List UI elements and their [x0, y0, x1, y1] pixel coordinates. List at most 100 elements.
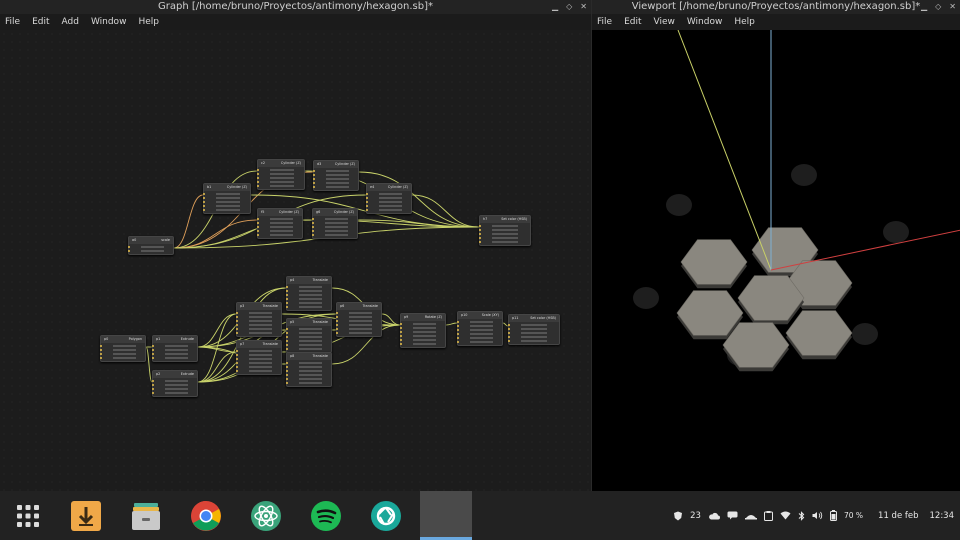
node-header[interactable]: p0 Polygon — [101, 336, 145, 343]
graph-node[interactable]: p0 Polygon — [100, 335, 146, 362]
node-header[interactable]: c2 Cylinder (Z) — [258, 160, 304, 167]
close-icon[interactable]: ✕ — [580, 0, 587, 14]
menu-help[interactable]: Help — [734, 14, 755, 30]
camera-icon[interactable] — [369, 499, 403, 533]
node-field[interactable] — [483, 240, 527, 244]
graph-titlebar[interactable]: Graph [/home/bruno/Proyectos/antimony/he… — [0, 0, 591, 14]
graph-node[interactable]: b1 Cylinder (Z) — [203, 183, 251, 214]
menu-view[interactable]: View — [654, 14, 675, 30]
node-header[interactable]: d3 Cylinder (Z) — [314, 161, 358, 168]
node-header[interactable]: b1 Cylinder (Z) — [204, 184, 250, 191]
node-field[interactable] — [261, 233, 299, 237]
node-header[interactable]: p3 Translate — [237, 303, 281, 310]
node-field[interactable] — [132, 249, 170, 253]
maximize-icon[interactable]: ◇ — [566, 0, 572, 14]
downloader-icon[interactable] — [69, 499, 103, 533]
graph-node[interactable]: p1 Extrude — [152, 335, 198, 362]
battery-icon[interactable] — [829, 510, 837, 521]
graph-node[interactable]: p5 Translate — [286, 318, 332, 353]
node-header[interactable]: e4 Cylinder (Z) — [367, 184, 411, 191]
node-header[interactable]: p1 Extrude — [153, 336, 197, 343]
atom-icon[interactable] — [249, 499, 283, 533]
graph-node[interactable]: p3 Translate — [236, 302, 282, 337]
hat-icon[interactable] — [744, 512, 757, 520]
node-field[interactable] — [340, 331, 378, 335]
node-field[interactable] — [240, 331, 278, 335]
node-header[interactable]: h7 Set color (HSB) — [480, 216, 530, 223]
notification-icon[interactable] — [673, 511, 683, 521]
node-graph-canvas[interactable]: a0 scale b1 Cylinder (Z) c2 Cylinder (Z) d3 Cyl… — [0, 30, 591, 491]
volume-icon[interactable] — [812, 511, 823, 520]
graph-node[interactable]: p4 Translate — [286, 276, 332, 311]
node-field[interactable] — [316, 233, 354, 237]
chat-icon[interactable] — [727, 511, 738, 520]
chrome-icon[interactable] — [189, 499, 223, 533]
node-header[interactable]: f5 Cylinder (Z) — [258, 209, 302, 216]
node-header[interactable]: p11 Set color (HSB) — [509, 315, 559, 322]
node-field[interactable] — [156, 391, 194, 395]
node-header[interactable]: a0 scale — [129, 237, 173, 244]
graph-node[interactable]: d3 Cylinder (Z) — [313, 160, 359, 191]
graph-node[interactable]: f5 Cylinder (Z) — [257, 208, 303, 239]
menu-file[interactable]: File — [597, 14, 612, 30]
app-grid-icon[interactable] — [11, 499, 45, 533]
minimize-icon[interactable]: ▁ — [552, 0, 558, 14]
node-header[interactable]: g6 Cylinder (Z) — [313, 209, 357, 216]
clipboard-icon[interactable] — [763, 510, 773, 521]
graph-node[interactable]: p6 Translate — [336, 302, 382, 337]
wifi-icon[interactable] — [780, 511, 791, 520]
graph-node[interactable]: e4 Cylinder (Z) — [366, 183, 412, 214]
graph-node[interactable]: p7 Translate — [236, 340, 282, 375]
3d-viewport[interactable] — [592, 29, 960, 491]
graph-node[interactable]: p11 Set color (HSB) — [508, 314, 560, 345]
node-field[interactable] — [290, 381, 328, 385]
node-field[interactable] — [290, 347, 328, 351]
spotify-icon[interactable] — [309, 499, 343, 533]
node-field[interactable] — [370, 208, 408, 212]
node-field[interactable] — [261, 184, 301, 188]
node-field[interactable] — [461, 340, 499, 344]
clock[interactable]: 12:34 — [930, 511, 955, 521]
viewport-titlebar[interactable]: Viewport [/home/bruno/Proyectos/antimony… — [592, 0, 960, 14]
menu-edit[interactable]: Edit — [32, 14, 49, 30]
date[interactable]: 11 de feb — [878, 511, 918, 521]
menu-edit[interactable]: Edit — [624, 14, 641, 30]
node-header[interactable]: p2 Extrude — [153, 371, 197, 378]
graph-node[interactable]: h7 Set color (HSB) — [479, 215, 531, 246]
menu-add[interactable]: Add — [62, 14, 79, 30]
node-field[interactable] — [512, 339, 556, 343]
node-header[interactable]: p4 Translate — [287, 277, 331, 284]
node-header[interactable]: p8 Translate — [287, 353, 331, 360]
graph-node[interactable]: c2 Cylinder (Z) — [257, 159, 305, 190]
node-header[interactable]: p7 Translate — [237, 341, 281, 348]
node-field[interactable] — [156, 356, 194, 360]
menu-window[interactable]: Window — [91, 14, 127, 30]
node-header[interactable]: p9 Rotate (Z) — [401, 314, 445, 321]
graph-node[interactable]: p10 Scale (XY) — [457, 311, 503, 346]
node-field[interactable] — [317, 185, 355, 189]
node-field[interactable] — [104, 356, 142, 360]
node-header[interactable]: p10 Scale (XY) — [458, 312, 502, 319]
node-field[interactable] — [240, 369, 278, 373]
active-window-indicator[interactable] — [420, 491, 472, 540]
node-header[interactable]: p6 Translate — [337, 303, 381, 310]
node-field[interactable] — [404, 342, 442, 346]
node-header[interactable]: p5 Translate — [287, 319, 331, 326]
node-field[interactable] — [290, 305, 328, 309]
notification-count[interactable]: 23 — [690, 511, 701, 521]
minimize-icon[interactable]: ▁ — [921, 0, 927, 14]
menu-help[interactable]: Help — [138, 14, 159, 30]
close-icon[interactable]: ✕ — [949, 0, 956, 14]
menu-window[interactable]: Window — [687, 14, 723, 30]
maximize-icon[interactable]: ◇ — [935, 0, 941, 14]
graph-node[interactable]: p8 Translate — [286, 352, 332, 387]
cloud-icon[interactable] — [708, 512, 720, 520]
bluetooth-icon[interactable] — [798, 510, 805, 521]
graph-node[interactable]: p9 Rotate (Z) — [400, 313, 446, 348]
files-icon[interactable] — [129, 499, 163, 533]
node-field[interactable] — [207, 208, 247, 212]
menu-file[interactable]: File — [5, 14, 20, 30]
graph-node[interactable]: p2 Extrude — [152, 370, 198, 397]
graph-node[interactable]: a0 scale — [128, 236, 174, 255]
graph-node[interactable]: g6 Cylinder (Z) — [312, 208, 358, 239]
